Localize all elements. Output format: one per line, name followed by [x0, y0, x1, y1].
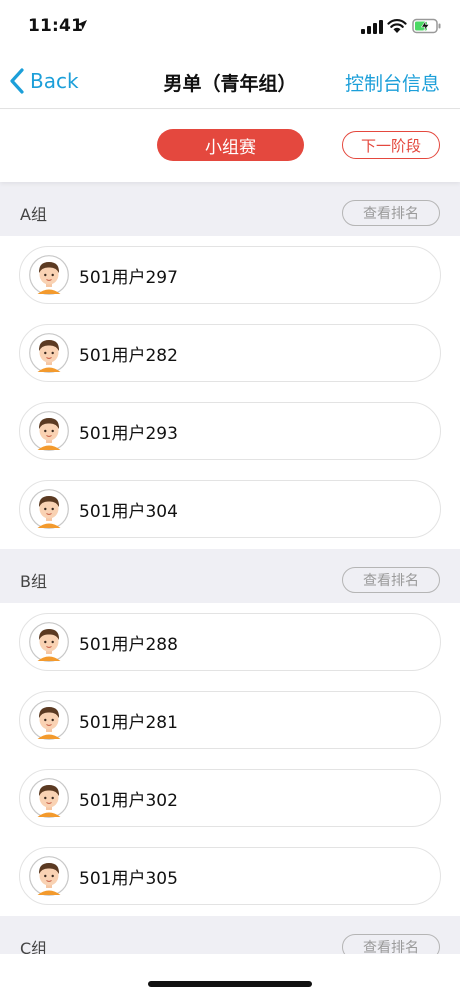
next-stage-button[interactable]: 下一阶段 [342, 131, 440, 159]
view-ranking-button[interactable]: 查看排名 [342, 934, 440, 954]
player-card[interactable]: 501用户304 [19, 480, 441, 538]
avatar-icon [29, 778, 69, 818]
avatar-icon [29, 333, 69, 373]
group-players-b: 501用户288 501用户281 501用户302 501用户305 [0, 603, 460, 916]
avatar-icon [29, 411, 69, 451]
group-list-container[interactable]: A组 查看排名 501用户297 501用户282 501用户293 501用户… [0, 182, 460, 954]
view-ranking-button[interactable]: 查看排名 [342, 200, 440, 226]
current-stage-badge: 小组赛 [157, 129, 304, 161]
group-name: B组 [20, 572, 47, 591]
wifi-icon [387, 19, 407, 33]
home-indicator-area [0, 954, 460, 996]
player-name: 501用户281 [79, 712, 178, 733]
player-name: 501用户282 [79, 345, 178, 366]
player-name: 501用户293 [79, 423, 178, 444]
player-card[interactable]: 501用户302 [19, 769, 441, 827]
player-card[interactable]: 501用户288 [19, 613, 441, 671]
status-bar: 11:41 [0, 0, 460, 54]
group-header-c: C组 查看排名 [0, 916, 460, 954]
player-card[interactable]: 501用户282 [19, 324, 441, 382]
stage-row: 小组赛 下一阶段 [0, 110, 460, 182]
cellular-signal-icon [361, 20, 383, 34]
player-card[interactable]: 501用户305 [19, 847, 441, 905]
group-players-a: 501用户297 501用户282 501用户293 501用户304 [0, 236, 460, 549]
group-header-b: B组 查看排名 [0, 549, 460, 603]
player-card[interactable]: 501用户281 [19, 691, 441, 749]
player-name: 501用户297 [79, 267, 178, 288]
player-card[interactable]: 501用户297 [19, 246, 441, 304]
status-time: 11:41 [28, 16, 84, 36]
player-name: 501用户304 [79, 501, 178, 522]
navigation-bar: Back 男单（青年组） 控制台信息 [0, 54, 460, 109]
player-name: 501用户288 [79, 634, 178, 655]
avatar-icon [29, 622, 69, 662]
view-ranking-button[interactable]: 查看排名 [342, 567, 440, 593]
group-name: A组 [20, 205, 47, 224]
player-name: 501用户302 [79, 790, 178, 811]
battery-charging-icon [412, 18, 441, 34]
avatar-icon [29, 700, 69, 740]
group-header-a: A组 查看排名 [0, 182, 460, 236]
location-arrow-icon [77, 20, 87, 30]
avatar-icon [29, 489, 69, 529]
player-card[interactable]: 501用户293 [19, 402, 441, 460]
home-indicator[interactable] [148, 981, 312, 987]
avatar-icon [29, 856, 69, 896]
group-name: C组 [20, 939, 48, 954]
player-name: 501用户305 [79, 868, 178, 889]
app-screen: 11:41 Back 男单（青年组） 控制台信息 小组赛 下一阶段 A组 查看排… [0, 0, 460, 996]
console-info-button[interactable]: 控制台信息 [345, 69, 440, 96]
avatar-icon [29, 255, 69, 295]
